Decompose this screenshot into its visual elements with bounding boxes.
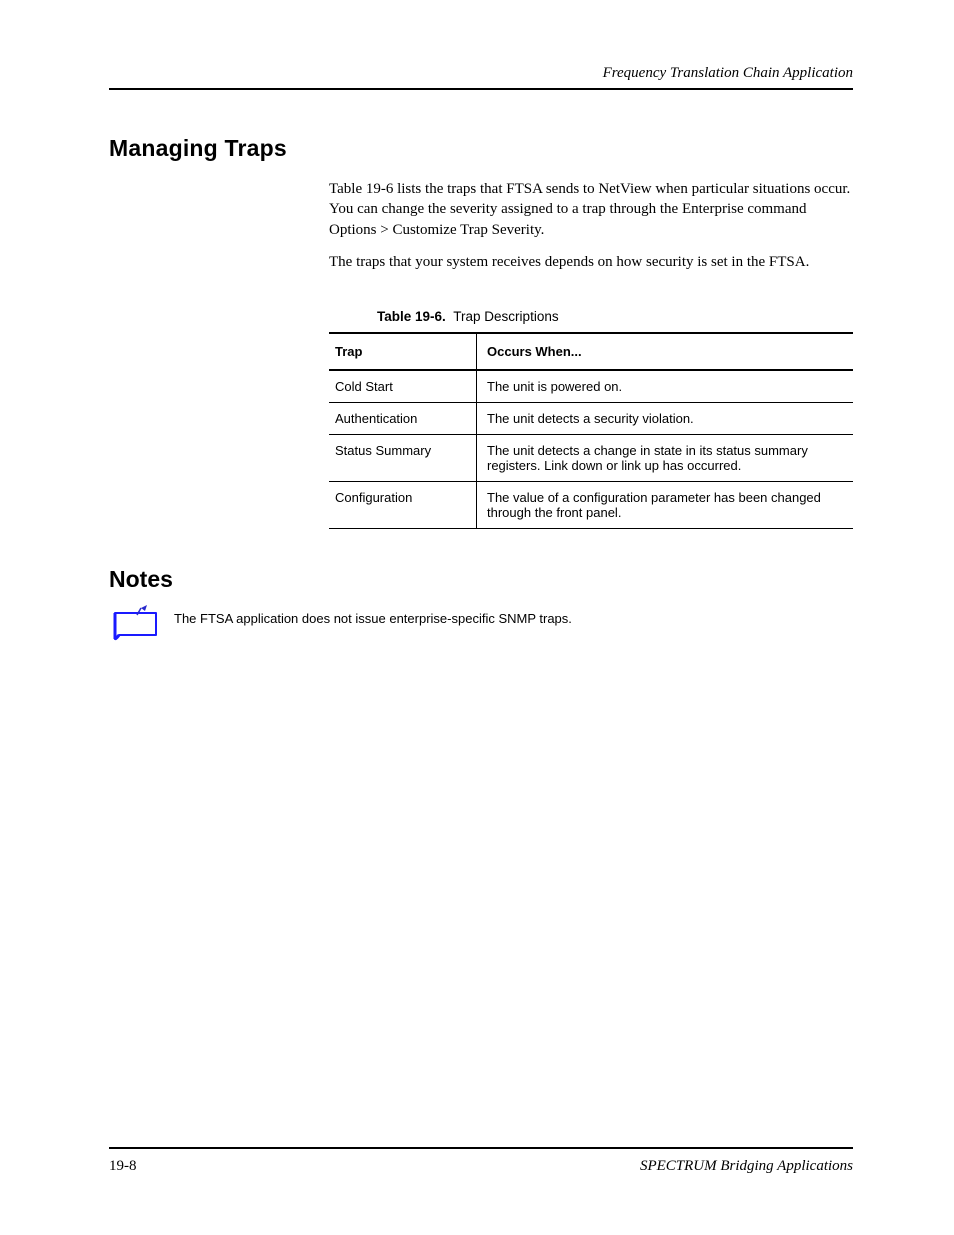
footer-page-number: 19-8	[109, 1158, 137, 1175]
body-text: Table 19-6 lists the traps that FTSA sen…	[329, 179, 853, 284]
table-cell-when: The unit is powered on.	[477, 371, 853, 402]
table-cell-trap: Authentication	[329, 403, 477, 434]
top-rule	[109, 88, 853, 90]
table-caption-text: Trap Descriptions	[453, 309, 558, 324]
running-head: Frequency Translation Chain Application	[603, 65, 853, 82]
bottom-rule	[109, 1147, 853, 1149]
table-row: Cold Start The unit is powered on.	[329, 371, 853, 403]
paragraph-2: The traps that your system receives depe…	[329, 252, 853, 272]
table-cell-trap: Status Summary	[329, 435, 477, 481]
table-head-row: Trap Occurs When...	[329, 332, 853, 371]
section-heading: Managing Traps	[109, 135, 287, 162]
table-row: Configuration The value of a configurati…	[329, 482, 853, 529]
table-row: Authentication The unit detects a securi…	[329, 403, 853, 435]
notes-heading: Notes	[109, 566, 173, 593]
paragraph-1: Table 19-6 lists the traps that FTSA sen…	[329, 179, 853, 240]
table-caption: Table 19-6. Trap Descriptions	[377, 309, 559, 324]
table-cell-when: The unit detects a change in state in it…	[477, 435, 853, 481]
table-cell-when: The value of a configuration parameter h…	[477, 482, 853, 528]
table-head-when: Occurs When...	[477, 334, 853, 369]
note-text: The FTSA application does not issue ente…	[174, 610, 853, 628]
note-icon	[111, 605, 163, 643]
document-page: Frequency Translation Chain Application …	[0, 0, 954, 1235]
table-caption-label: Table 19-6.	[377, 309, 446, 324]
footer-doc-title: SPECTRUM Bridging Applications	[640, 1158, 853, 1175]
table-cell-when: The unit detects a security violation.	[477, 403, 853, 434]
table-head-trap: Trap	[329, 334, 477, 369]
trap-table: Trap Occurs When... Cold Start The unit …	[329, 332, 853, 529]
table-cell-trap: Cold Start	[329, 371, 477, 402]
table-row: Status Summary The unit detects a change…	[329, 435, 853, 482]
table-cell-trap: Configuration	[329, 482, 477, 528]
